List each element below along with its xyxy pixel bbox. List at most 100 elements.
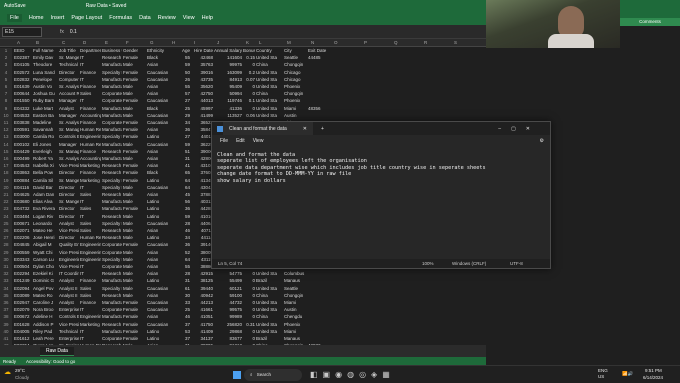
table-cell[interactable]: Controls E — [59, 134, 79, 139]
table-cell[interactable]: IT — [80, 336, 101, 341]
table-cell[interactable]: Bella Pow — [33, 170, 58, 175]
table-cell[interactable]: 27 — [169, 98, 190, 103]
table-cell[interactable]: Dominic G — [33, 278, 58, 283]
column-header-h[interactable]: H — [172, 40, 175, 45]
autosave-label[interactable]: AutoSave — [4, 3, 26, 9]
table-cell[interactable]: E02079 — [14, 307, 32, 312]
table-cell[interactable]: 50994 — [214, 91, 242, 96]
notepad-menu-edit[interactable]: Edit — [236, 138, 245, 144]
table-cell[interactable]: 38125 — [191, 278, 213, 283]
table-cell[interactable]: Enterprise — [59, 307, 79, 312]
table-cell[interactable]: China — [256, 314, 283, 319]
table-cell[interactable]: 30 — [169, 293, 190, 298]
table-cell[interactable]: Male — [123, 91, 146, 96]
table-cell[interactable]: Director — [59, 214, 79, 219]
table-cell[interactable]: E00504 — [14, 264, 32, 269]
table-cell[interactable]: Research — [102, 228, 122, 233]
table-cell[interactable]: Male — [123, 84, 146, 89]
table-cell[interactable]: 25 — [169, 106, 190, 111]
column-header-a[interactable]: A — [17, 40, 20, 45]
table-cell[interactable]: Sr. Analyst — [59, 120, 79, 125]
table-cell[interactable]: Manufactu — [102, 62, 122, 67]
table-cell[interactable]: Accounting — [80, 113, 101, 118]
table-cell[interactable]: 55 — [169, 264, 190, 269]
table-cell[interactable]: Analyst — [59, 278, 79, 283]
table-cell[interactable]: 44013 — [191, 98, 213, 103]
table-cell[interactable]: Analyst — [59, 221, 79, 226]
formula-input[interactable]: 0.1 — [70, 29, 77, 35]
table-cell[interactable]: Caucasian — [147, 98, 168, 103]
table-cell[interactable]: Director — [59, 235, 79, 240]
table-cell[interactable]: Research — [102, 293, 122, 298]
table-cell[interactable]: 0 — [243, 329, 255, 334]
table-cell[interactable]: 119746 — [214, 98, 242, 103]
table-cell[interactable]: Caucasian — [147, 113, 168, 118]
table-cell[interactable]: Latino — [147, 199, 168, 204]
table-cell[interactable]: Female — [123, 77, 146, 82]
table-cell[interactable]: 55499 — [214, 278, 242, 283]
table-cell[interactable]: E00884 — [14, 178, 32, 183]
table-cell[interactable]: 34 — [169, 235, 190, 240]
table-cell[interactable]: IT — [80, 264, 101, 269]
table-cell[interactable]: Chongqin — [284, 293, 307, 298]
table-cell[interactable]: 40711 — [191, 228, 213, 233]
table-cell[interactable]: Engineering — [80, 242, 101, 247]
table-cell[interactable]: 59 — [169, 142, 190, 147]
table-cell[interactable]: 35620 — [191, 84, 213, 89]
table-cell[interactable]: Asian — [147, 156, 168, 161]
table-cell[interactable]: Sr. Analyst — [59, 156, 79, 161]
table-cell[interactable]: Female — [123, 127, 146, 132]
table-cell[interactable]: Human Res — [80, 235, 101, 240]
table-cell[interactable]: Vice Presi — [59, 163, 79, 168]
table-cell[interactable]: Caucasian — [147, 77, 168, 82]
table-cell[interactable]: Sales — [80, 286, 101, 291]
table-cell[interactable]: 95409 — [214, 84, 242, 89]
table-cell[interactable]: E03863 — [14, 170, 32, 175]
table-cell[interactable]: Austin Vo — [33, 84, 58, 89]
table-cell[interactable]: 0.2 — [243, 70, 255, 75]
table-cell[interactable]: 36 — [169, 242, 190, 247]
table-cell[interactable]: Manager — [59, 142, 79, 147]
table-cell[interactable]: IT — [80, 185, 101, 190]
table-cell[interactable]: Phoenix — [284, 322, 307, 327]
menu-data[interactable]: Data — [139, 15, 151, 21]
status-accessibility[interactable]: Accessibility: Good to go — [26, 359, 75, 364]
table-cell[interactable]: 42750 — [191, 91, 213, 96]
table-cell[interactable]: 0 — [243, 307, 255, 312]
table-cell[interactable]: Female — [123, 163, 146, 168]
table-cell[interactable]: Enterprise — [59, 336, 79, 341]
table-cell[interactable]: 36229 — [191, 142, 213, 147]
table-cell[interactable]: Female — [123, 149, 146, 154]
table-cell[interactable]: Finance — [80, 84, 101, 89]
table-cell[interactable]: United Sta — [256, 322, 283, 327]
column-header-r[interactable]: R — [424, 40, 427, 45]
table-cell[interactable]: Isabella Xi — [33, 163, 58, 168]
table-cell[interactable]: Savannah — [33, 127, 58, 132]
table-cell[interactable]: Specialty P — [102, 221, 122, 226]
table-cell[interactable]: Ruby Barn — [33, 98, 58, 103]
table-cell[interactable]: 44288 — [191, 206, 213, 211]
table-cell[interactable]: Research — [102, 149, 122, 154]
table-cell[interactable]: Easton Ba — [33, 113, 58, 118]
table-cell[interactable]: Camila Sil — [33, 178, 58, 183]
table-cell[interactable]: Seattle — [284, 286, 307, 291]
table-cell[interactable]: Manager — [59, 98, 79, 103]
table-cell[interactable]: IT — [80, 98, 101, 103]
table-cell[interactable]: Male — [123, 142, 146, 147]
table-cell[interactable]: Specialty P — [102, 134, 122, 139]
table-cell[interactable]: E04732 — [14, 206, 32, 211]
table-cell[interactable]: Jose Henri — [33, 235, 58, 240]
table-cell[interactable]: Caroline J — [33, 300, 58, 305]
table-cell[interactable]: 0 — [243, 336, 255, 341]
table-cell[interactable]: Sales — [80, 228, 101, 233]
table-cell[interactable]: Technical — [59, 62, 79, 67]
table-cell[interactable]: Corporate — [102, 120, 122, 125]
table-cell[interactable]: Asian — [147, 293, 168, 298]
table-cell[interactable]: Director — [59, 206, 79, 211]
table-cell[interactable]: Asian — [147, 84, 168, 89]
table-cell[interactable]: Caucasian — [147, 142, 168, 147]
table-cell[interactable]: Latino — [147, 214, 168, 219]
table-cell[interactable]: United Sta — [256, 84, 283, 89]
close-tab-icon[interactable]: ✕ — [303, 126, 307, 132]
table-cell[interactable]: IT Coordir — [59, 271, 79, 276]
